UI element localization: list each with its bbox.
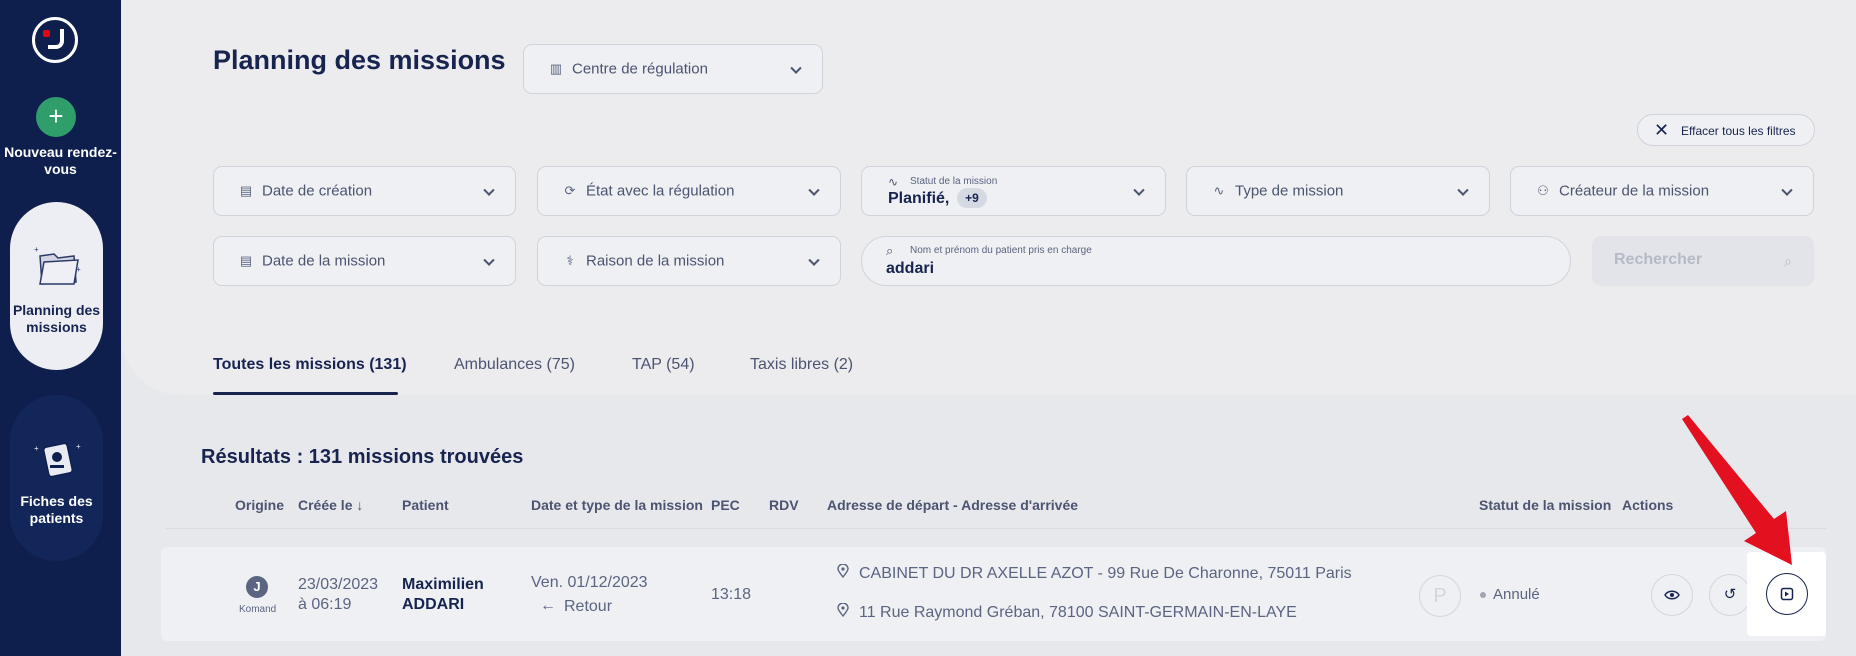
svg-text:+: + xyxy=(76,442,81,451)
column-header-address: Adresse de départ - Adresse d'arrivée xyxy=(827,497,1079,513)
column-header-created[interactable]: Créée le ↓ xyxy=(298,497,363,513)
filter-label: Type de mission xyxy=(1235,182,1344,200)
chevron-down-icon xyxy=(1457,184,1469,196)
mission-type: Retour xyxy=(564,598,613,615)
patient-search-value[interactable]: addari xyxy=(886,260,934,278)
patient-search-input[interactable] xyxy=(861,236,1571,286)
created-time: à 06:19 xyxy=(298,596,352,613)
sidebar: + Nouveau rendez-vous + + Planning des m… xyxy=(0,0,121,656)
komand-logo-icon: J xyxy=(246,576,268,598)
regulation-state-filter[interactable]: ⟳ État avec la régulation xyxy=(537,166,841,216)
patient-first-name[interactable]: Maximilien xyxy=(402,576,484,594)
patient-file-icon: + + xyxy=(34,442,81,478)
clear-filters-button[interactable]: ✕ Effacer tous les filtres xyxy=(1637,114,1815,146)
sidebar-item-patients[interactable]: + + Fiches des patients xyxy=(10,395,103,561)
undo-icon: ↺ xyxy=(1723,586,1737,603)
column-header-mission-date: Date et type de la mission xyxy=(531,497,703,513)
center-select-label: Centre de régulation xyxy=(572,60,708,78)
chevron-down-icon xyxy=(483,184,495,196)
location-pin-icon xyxy=(837,603,849,617)
mission-status-caption: Statut de la mission xyxy=(910,176,998,187)
search-button[interactable]: Rechercher ⌕ xyxy=(1592,236,1814,286)
column-header-actions: Actions xyxy=(1622,497,1674,513)
svg-text:+: + xyxy=(76,265,81,274)
status-count-badge: +9 xyxy=(957,188,987,208)
chevron-down-icon xyxy=(1133,184,1145,196)
center-select[interactable]: ▥ Centre de régulation xyxy=(523,44,823,94)
status-dot xyxy=(1480,592,1486,598)
tab-all-missions[interactable]: Toutes les missions (131) xyxy=(213,356,407,374)
chevron-down-icon xyxy=(790,62,802,74)
chevron-down-icon xyxy=(483,254,495,266)
duplicate-button[interactable] xyxy=(1766,573,1808,615)
patient-search-caption: Nom et prénom du patient pris en charge xyxy=(910,245,1092,256)
filter-label: État avec la régulation xyxy=(586,182,735,200)
column-header-patient: Patient xyxy=(402,497,449,513)
tab-tap[interactable]: TAP (54) xyxy=(632,356,695,374)
chevron-down-icon xyxy=(808,184,820,196)
search-button-label: Rechercher xyxy=(1614,251,1703,268)
mission-status-value: Planifié, xyxy=(888,190,950,207)
patient-last-name[interactable]: ADDARI xyxy=(402,596,464,614)
mission-date: Ven. 01/12/2023 xyxy=(531,574,648,591)
sidebar-item-label: Fiches des patients xyxy=(20,493,93,526)
filter-label: Date de création xyxy=(262,182,373,200)
chevron-down-icon xyxy=(1781,184,1793,196)
user-icon: ⚇ xyxy=(1537,183,1549,198)
pec-time: 13:18 xyxy=(711,586,752,603)
table-header-divider xyxy=(166,528,1826,529)
mission-creator-filter[interactable]: ⚇ Créateur de la mission xyxy=(1510,166,1814,216)
building-icon: ▥ xyxy=(549,61,563,76)
folder-icon: + + xyxy=(34,245,81,285)
sync-icon: ⟳ xyxy=(564,183,576,198)
close-icon: ✕ xyxy=(1654,120,1670,140)
p-badge: P xyxy=(1419,575,1461,617)
column-header-status: Statut de la mission xyxy=(1479,497,1612,513)
search-icon: ⌕ xyxy=(886,243,894,258)
svg-text:+: + xyxy=(34,245,39,254)
svg-text:+: + xyxy=(34,444,39,453)
creation-date-filter[interactable]: ▤ Date de création xyxy=(213,166,516,216)
table-row[interactable] xyxy=(161,547,1826,641)
calendar-icon: ▤ xyxy=(239,253,253,268)
search-icon: ⌕ xyxy=(1784,253,1792,269)
tab-free-taxis[interactable]: Taxis libres (2) xyxy=(750,356,853,374)
column-header-pec: PEC xyxy=(711,497,740,513)
undo-button[interactable]: ↺ xyxy=(1709,574,1751,616)
stethoscope-icon: ⚕ xyxy=(566,253,574,268)
eye-icon xyxy=(1664,590,1680,600)
new-appointment-label[interactable]: Nouveau rendez-vous xyxy=(0,144,121,178)
mission-date-filter[interactable]: ▤ Date de la mission xyxy=(213,236,516,286)
results-title: Résultats : 131 missions trouvées xyxy=(201,446,524,468)
tab-ambulances[interactable]: Ambulances (75) xyxy=(454,356,575,374)
created-date: 23/03/2023 xyxy=(298,576,379,593)
sidebar-item-label: Planning des missions xyxy=(12,302,101,335)
pulse-icon: ∿ xyxy=(888,175,899,189)
filter-label: Date de la mission xyxy=(262,252,386,270)
chevron-down-icon xyxy=(808,254,820,266)
mission-reason-filter[interactable]: ⚕ Raison de la mission xyxy=(537,236,841,286)
status-badge: Annulé xyxy=(1493,586,1540,603)
sidebar-item-planning[interactable]: + + Planning des missions xyxy=(10,202,103,370)
view-button[interactable] xyxy=(1651,574,1693,616)
plus-icon[interactable]: + xyxy=(36,97,76,137)
column-header-origin: Origine xyxy=(235,497,285,513)
address-to: 11 Rue Raymond Gréban, 78100 SAINT-GERMA… xyxy=(859,604,1297,621)
duplicate-icon xyxy=(1780,587,1794,601)
address-from: CABINET DU DR AXELLE AZOT - 99 Rue De Ch… xyxy=(859,565,1352,582)
origin-label: Komand xyxy=(239,604,277,615)
filter-label: Raison de la mission xyxy=(586,252,725,270)
clear-filters-label: Effacer tous les filtres xyxy=(1681,124,1796,138)
filter-label: Créateur de la mission xyxy=(1559,182,1710,200)
calendar-icon: ▤ xyxy=(239,183,253,198)
page-title: Planning des missions xyxy=(213,45,506,75)
pulse-icon: ∿ xyxy=(1213,183,1225,198)
location-pin-icon xyxy=(837,564,849,578)
active-tab-indicator xyxy=(213,392,398,395)
mission-type-filter[interactable]: ∿ Type de mission xyxy=(1186,166,1490,216)
arrow-left-icon: ← xyxy=(540,597,556,614)
red-pointer-arrow xyxy=(1682,415,1792,565)
column-header-rdv: RDV xyxy=(769,497,799,513)
app-logo[interactable] xyxy=(32,17,78,63)
